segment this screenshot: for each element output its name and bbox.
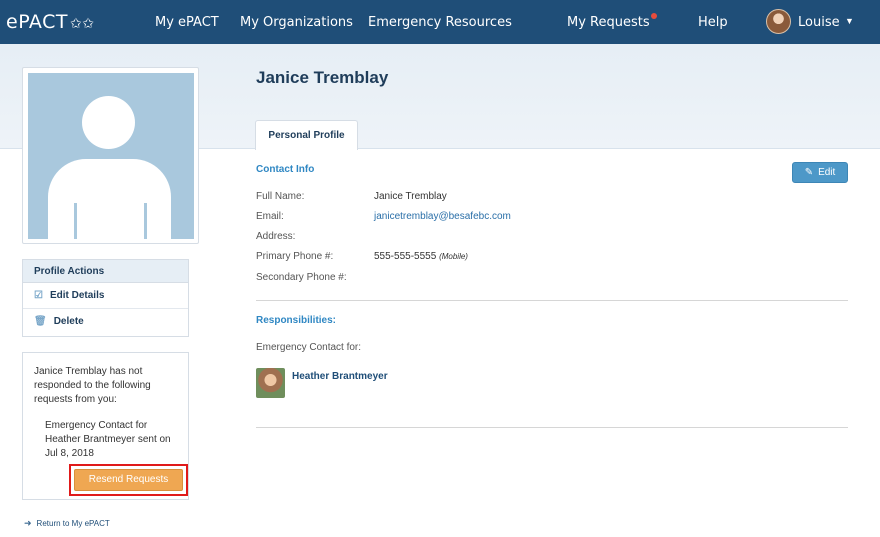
pending-request-item: Emergency Contact for Heather Brantmeyer… bbox=[45, 420, 171, 459]
user-avatar bbox=[766, 9, 791, 34]
nav-help[interactable]: Help bbox=[698, 15, 728, 30]
avatar-head-shape bbox=[82, 96, 135, 149]
section-divider bbox=[256, 427, 848, 428]
arrow-right-icon: ➜ bbox=[24, 518, 32, 528]
primary-phone-value: 555-555-5555 (Mobile) bbox=[374, 251, 468, 262]
tab-personal-profile[interactable]: Personal Profile bbox=[255, 120, 358, 150]
avatar-body-shape bbox=[48, 159, 171, 239]
edit-details-label: Edit Details bbox=[49, 290, 105, 301]
section-divider bbox=[256, 300, 848, 301]
pending-requests-panel: Janice Tremblay has not responded to the… bbox=[22, 352, 189, 500]
email-link[interactable]: janicetremblay@besafebc.com bbox=[374, 211, 511, 222]
profile-actions-panel: Profile Actions ☑ Edit Details 🗑 Delete bbox=[22, 259, 189, 337]
logo-text: ePACT bbox=[6, 11, 68, 33]
contact-info-title: Contact Info bbox=[256, 164, 315, 175]
primary-phone-type: (Mobile) bbox=[439, 252, 468, 261]
nav-my-requests-label: My Requests bbox=[567, 15, 650, 30]
delete-action[interactable]: 🗑 Delete bbox=[23, 309, 188, 335]
epact-logo[interactable]: ePACT ✩✩ bbox=[6, 11, 94, 33]
nav-emergency-resources[interactable]: Emergency Resources bbox=[368, 15, 512, 30]
full-name-value: Janice Tremblay bbox=[374, 191, 447, 202]
responsibilities-title: Responsibilities: bbox=[256, 315, 337, 326]
contact-avatar[interactable] bbox=[256, 368, 285, 398]
contact-name-link[interactable]: Heather Brantmeyer bbox=[292, 371, 388, 382]
full-name-label: Full Name: bbox=[256, 191, 305, 202]
emergency-contact-for-label: Emergency Contact for: bbox=[256, 342, 362, 353]
edit-details-action[interactable]: ☑ Edit Details bbox=[23, 283, 188, 309]
edit-button-label: Edit bbox=[818, 167, 836, 178]
delete-label: Delete bbox=[53, 316, 84, 327]
caret-down-icon: ▼ bbox=[845, 16, 854, 26]
pencil-icon: ✎ bbox=[804, 167, 814, 178]
nav-my-epact[interactable]: My ePACT bbox=[155, 15, 219, 30]
top-nav-bar: ePACT ✩✩ My ePACT My Organizations Emerge… bbox=[0, 0, 880, 44]
primary-phone-number: 555-555-5555 bbox=[374, 251, 437, 262]
default-avatar-icon bbox=[28, 73, 194, 239]
nav-my-requests[interactable]: My Requests bbox=[567, 13, 657, 30]
trash-icon: 🗑 bbox=[34, 316, 47, 327]
profile-actions-title: Profile Actions bbox=[23, 260, 188, 283]
resend-requests-button[interactable]: Resend Requests bbox=[74, 469, 183, 491]
edit-icon: ☑ bbox=[34, 290, 43, 301]
edit-button[interactable]: ✎ Edit bbox=[792, 162, 848, 183]
page-title: Janice Tremblay bbox=[256, 68, 389, 87]
avatar-arm-line-right bbox=[144, 203, 147, 239]
secondary-phone-label: Secondary Phone #: bbox=[256, 272, 347, 283]
stars-icon: ✩✩ bbox=[69, 16, 95, 32]
return-link-label: Return to My ePACT bbox=[36, 519, 110, 528]
notification-dot bbox=[650, 13, 657, 19]
email-label: Email: bbox=[256, 211, 284, 222]
address-label: Address: bbox=[256, 231, 296, 242]
primary-phone-label: Primary Phone #: bbox=[256, 251, 334, 262]
highlight-box: Resend Requests bbox=[69, 464, 188, 496]
avatar-arm-line-left bbox=[74, 203, 77, 239]
return-link[interactable]: ➜ Return to My ePACT bbox=[24, 518, 110, 529]
pending-message: Janice Tremblay has not responded to the… bbox=[34, 366, 151, 405]
profile-photo-card bbox=[22, 67, 199, 244]
user-name: Louise bbox=[798, 15, 840, 30]
nav-my-organizations[interactable]: My Organizations bbox=[240, 15, 353, 30]
